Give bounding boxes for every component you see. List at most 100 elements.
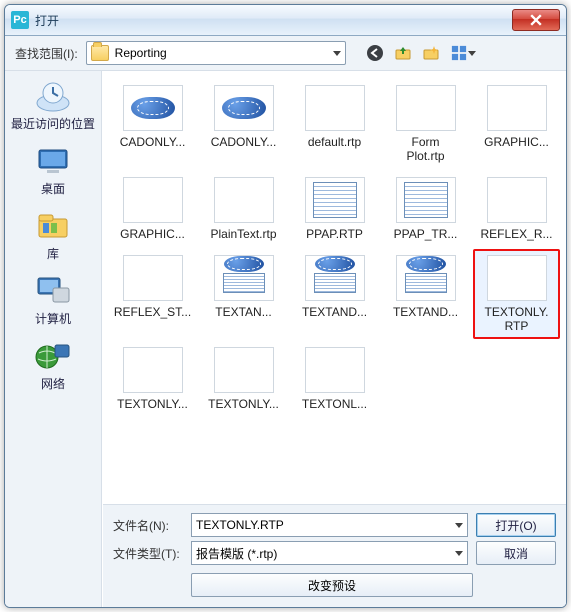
file-name: TEXTAND... [393, 305, 458, 319]
filename-value: TEXTONLY.RTP [196, 518, 284, 532]
file-item[interactable]: PPAP_TR... [382, 171, 469, 247]
view-menu-button[interactable] [450, 44, 478, 62]
chevron-down-icon [455, 551, 463, 556]
file-name: TEXTAND... [302, 305, 367, 319]
file-name: GRAPHIC... [484, 135, 549, 149]
file-thumbnail [214, 347, 274, 393]
file-thumbnail [214, 177, 274, 223]
file-thumbnail [214, 85, 274, 131]
file-name: PPAP.RTP [306, 227, 363, 241]
recent-icon [33, 79, 73, 113]
file-name: CADONLY... [120, 135, 186, 149]
up-one-level-button[interactable] [394, 44, 412, 62]
filename-combo[interactable]: TEXTONLY.RTP [191, 513, 468, 537]
filename-label: 文件名(N): [113, 517, 183, 534]
window-title: 打开 [35, 12, 59, 29]
file-item[interactable]: TEXTAND... [291, 249, 378, 339]
place-libraries[interactable]: 库 [11, 209, 95, 262]
lookin-value: Reporting [115, 46, 167, 60]
place-label: 桌面 [41, 180, 65, 197]
libraries-icon [33, 209, 73, 243]
file-item[interactable]: TEXTONLY. RTP [473, 249, 560, 339]
file-name: TEXTONL... [302, 397, 367, 411]
lookin-label: 查找范围(I): [15, 45, 78, 62]
lookin-combo[interactable]: Reporting [86, 41, 346, 65]
place-label: 最近访问的位置 [11, 115, 95, 132]
file-item[interactable]: TEXTAND... [382, 249, 469, 339]
network-icon [33, 339, 73, 373]
file-thumbnail [396, 255, 456, 301]
close-button[interactable] [512, 9, 560, 31]
file-thumbnail [305, 177, 365, 223]
computer-icon [33, 274, 73, 308]
titlebar: Pc 打开 [5, 5, 566, 36]
file-item[interactable]: CADONLY... [109, 79, 196, 169]
file-item[interactable]: CADONLY... [200, 79, 287, 169]
open-button[interactable]: 打开(O) [476, 513, 556, 537]
places-bar: 最近访问的位置 桌面 库 计算机 网络 [5, 71, 102, 607]
file-name: PlainText.rtp [210, 227, 276, 241]
back-button[interactable] [366, 44, 384, 62]
file-thumbnail [123, 177, 183, 223]
place-label: 网络 [41, 375, 65, 392]
file-thumbnail [487, 177, 547, 223]
desktop-icon [33, 144, 73, 178]
file-name: REFLEX_ST... [114, 305, 191, 319]
new-folder-icon [422, 44, 440, 62]
file-thumbnail [305, 85, 365, 131]
file-thumbnail [396, 85, 456, 131]
cancel-button[interactable]: 取消 [476, 541, 556, 565]
place-network[interactable]: 网络 [11, 339, 95, 392]
file-thumbnail [305, 347, 365, 393]
file-name: GRAPHIC... [120, 227, 185, 241]
file-name: Form Plot.rtp [406, 135, 444, 163]
file-name: default.rtp [308, 135, 361, 149]
file-item[interactable]: Form Plot.rtp [382, 79, 469, 169]
place-recent[interactable]: 最近访问的位置 [11, 79, 95, 132]
chevron-down-icon [468, 51, 476, 56]
file-name: TEXTAN... [215, 305, 271, 319]
file-name: PPAP_TR... [394, 227, 458, 241]
file-name: REFLEX_R... [480, 227, 552, 241]
file-thumbnail [396, 177, 456, 223]
file-thumbnail [487, 255, 547, 301]
file-item[interactable]: TEXTONL... [291, 341, 378, 417]
file-thumbnail [123, 347, 183, 393]
file-item[interactable]: TEXTONLY... [200, 341, 287, 417]
file-name: CADONLY... [211, 135, 277, 149]
place-computer[interactable]: 计算机 [11, 274, 95, 327]
file-thumbnail [487, 85, 547, 131]
file-list[interactable]: CADONLY... CADONLY... default.rtp Form Plot… [103, 71, 566, 504]
filetype-label: 文件类型(T): [113, 545, 183, 562]
view-icon [451, 45, 467, 61]
back-icon [366, 44, 384, 62]
change-preview-button[interactable]: 改变预设 [191, 573, 473, 597]
file-item[interactable]: PPAP.RTP [291, 171, 378, 247]
file-name: TEXTONLY. RTP [484, 305, 548, 333]
folder-icon [91, 45, 109, 61]
chevron-down-icon [455, 523, 463, 528]
file-item[interactable]: REFLEX_R... [473, 171, 560, 247]
place-label: 库 [47, 245, 59, 262]
app-icon: Pc [11, 11, 29, 29]
file-item[interactable]: REFLEX_ST... [109, 249, 196, 339]
toolbar: 查找范围(I): Reporting [5, 36, 566, 71]
file-item[interactable]: GRAPHIC... [109, 171, 196, 247]
filetype-value: 报告模版 (*.rtp) [196, 545, 277, 562]
file-thumbnail [123, 255, 183, 301]
place-desktop[interactable]: 桌面 [11, 144, 95, 197]
file-thumbnail [214, 255, 274, 301]
file-thumbnail [305, 255, 365, 301]
chevron-down-icon [333, 51, 341, 56]
file-item[interactable]: TEXTAN... [200, 249, 287, 339]
bottom-panel: 文件名(N): TEXTONLY.RTP 打开(O) 文件类型(T): 报告模版… [103, 504, 566, 607]
close-icon [530, 14, 542, 26]
file-item[interactable]: PlainText.rtp [200, 171, 287, 247]
file-item[interactable]: TEXTONLY... [109, 341, 196, 417]
file-item[interactable]: GRAPHIC... [473, 79, 560, 169]
file-item[interactable]: default.rtp [291, 79, 378, 169]
place-label: 计算机 [35, 310, 71, 327]
file-name: TEXTONLY... [208, 397, 279, 411]
new-folder-button[interactable] [422, 44, 440, 62]
filetype-combo[interactable]: 报告模版 (*.rtp) [191, 541, 468, 565]
